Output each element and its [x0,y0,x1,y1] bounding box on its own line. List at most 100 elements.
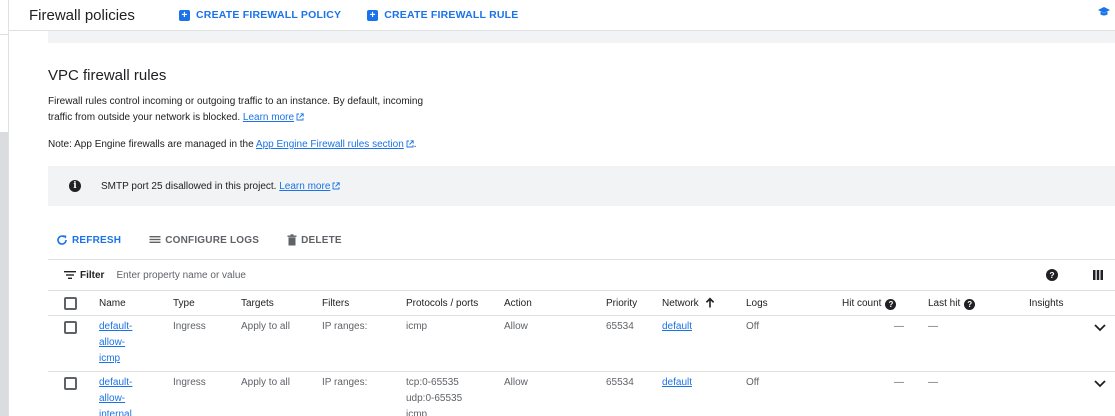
firewall-rules-table: Name Type Targets Filters Protocols / po… [48,291,1115,416]
col-action[interactable]: Action [504,296,532,312]
protocol-entry: tcp:0-65535 [406,377,459,388]
rule-filters: IP ranges: [322,377,368,388]
refresh-button[interactable]: REFRESH [56,234,121,246]
filter-input[interactable] [116,269,417,281]
rule-hit-count: — [894,377,904,388]
rule-type: Ingress [173,321,206,332]
banner-text-wrap: SMTP port 25 disallowed in this project.… [101,180,341,192]
table-header-row: Name Type Targets Filters Protocols / po… [48,291,1115,316]
rule-filters: IP ranges: [322,321,368,332]
scrollbar[interactable] [0,132,8,416]
learn-more-label: Learn more [242,112,295,123]
col-hit-count[interactable]: Hit count? [842,296,897,312]
create-firewall-policy-button[interactable]: + CREATE FIREWALL POLICY [179,9,341,21]
rule-protocols: icmp [406,319,427,335]
table-row[interactable]: default- allow- internal Ingress Apply t… [48,372,1115,416]
col-name[interactable]: Name [99,296,126,312]
rail-divider [0,34,9,35]
row-checkbox[interactable] [64,377,77,390]
rule-name-link[interactable]: default- allow- icmp [99,319,132,367]
create-firewall-policy-label: CREATE FIREWALL POLICY [196,9,342,21]
table-row[interactable]: default- allow- icmp Ingress Apply to al… [48,316,1115,372]
refresh-label: REFRESH [72,234,122,246]
collapsed-content-strip [48,31,1115,43]
learn-more-link[interactable]: Learn more [243,112,304,123]
rule-hit-count: — [894,321,904,332]
app-engine-firewall-link-label: App Engine Firewall rules section [255,139,404,150]
chevron-down-icon[interactable] [1094,324,1106,332]
app-engine-firewall-link[interactable]: App Engine Firewall rules section [256,139,414,150]
rule-priority: 65534 [606,377,634,388]
rule-last-hit: — [928,377,938,388]
rule-name-line: allow- [99,393,126,404]
plus-icon: + [179,9,190,21]
action-toolbar: REFRESH CONFIGURE LOGS DELETE [56,232,370,248]
refresh-icon [57,235,67,245]
help-icon[interactable]: ? [885,299,897,310]
description-line-1: Firewall rules control incoming or outgo… [48,96,424,107]
network-link-label: default [662,321,693,332]
app-engine-note: Note: App Engine firewalls are managed i… [48,138,417,152]
svg-text:?: ? [1049,270,1054,280]
col-network-label: Network [662,298,699,309]
create-firewall-rule-button[interactable]: + CREATE FIREWALL RULE [367,9,518,21]
note-prefix: Note: App Engine firewalls are managed i… [48,139,254,150]
rule-network-link[interactable]: default [662,319,692,335]
protocol-entry: icmp [406,321,428,332]
col-last-hit[interactable]: Last hit? [928,296,976,312]
rule-logs: Off [746,377,760,388]
chevron-down-icon[interactable] [1094,380,1106,388]
col-targets[interactable]: Targets [241,296,274,312]
info-icon: i [69,180,81,192]
learn-icon[interactable] [1097,6,1111,18]
banner-text: SMTP port 25 disallowed in this project. [101,180,277,192]
rule-type: Ingress [173,377,206,388]
note-suffix: . [413,139,417,150]
section-title: VPC firewall rules [48,67,167,84]
network-link-label: default [662,377,693,388]
protocol-entry: icmp [406,409,428,416]
rule-targets: Apply to all [241,321,290,332]
page-title: Firewall policies [29,6,135,24]
select-all-checkbox[interactable] [64,297,77,310]
external-link-icon [332,181,341,189]
rule-priority: 65534 [606,321,634,332]
col-network[interactable]: Network [662,296,715,312]
help-icon[interactable]: ? [1046,269,1058,281]
col-hit-count-label: Hit count [842,298,882,309]
delete-label: DELETE [301,234,342,246]
section-description: Firewall rules control incoming or outgo… [48,94,458,126]
col-filters[interactable]: Filters [322,296,349,312]
col-protocols[interactable]: Protocols / ports [406,296,478,312]
filter-bar: Filter ? [48,259,1115,291]
help-icon[interactable]: ? [964,299,976,310]
rule-name-line: internal [99,409,132,416]
rule-name-line: default- [99,321,133,332]
banner-learn-more-link[interactable]: Learn more [279,180,341,192]
rule-name-link[interactable]: default- allow- internal [99,375,132,416]
external-link-icon [406,140,414,148]
rule-network-link[interactable]: default [662,375,692,391]
delete-button[interactable]: DELETE [287,234,342,246]
col-insights[interactable]: Insights [1029,296,1063,312]
col-logs[interactable]: Logs [746,296,768,312]
col-type[interactable]: Type [173,296,195,312]
list-icon [149,236,161,243]
rule-name-line: icmp [99,353,121,364]
col-priority[interactable]: Priority [606,296,637,312]
rule-name-line: default- [99,377,133,388]
left-nav-rail [0,0,9,416]
rule-targets: Apply to all [241,377,290,388]
row-checkbox[interactable] [64,321,77,334]
banner-learn-more-label: Learn more [279,180,331,192]
plus-icon: + [367,9,379,21]
filter-label: Filter [80,269,105,281]
rule-protocols: tcp:0-65535 udp:0-65535 icmp [406,375,462,416]
column-display-icon[interactable] [1093,270,1103,280]
rule-action: Allow [504,321,528,332]
filter-icon[interactable] [64,270,76,280]
col-last-hit-label: Last hit [928,298,961,309]
external-link-icon [296,113,304,121]
configure-logs-button[interactable]: CONFIGURE LOGS [149,235,259,246]
top-bar: Firewall policies + CREATE FIREWALL POLI… [9,0,1115,31]
